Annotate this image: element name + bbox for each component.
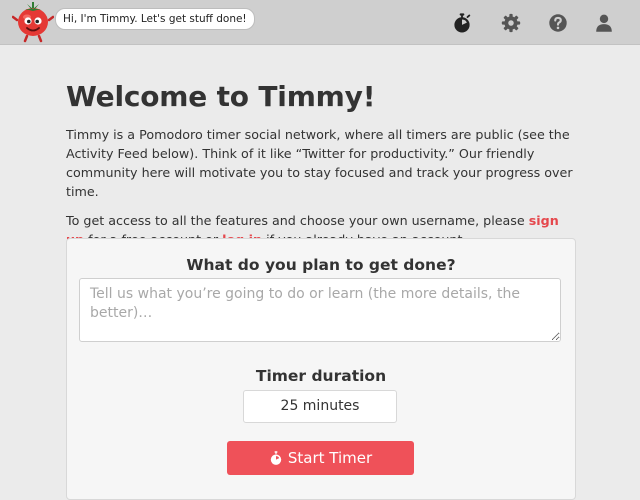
page-title: Welcome to Timmy! [66, 80, 376, 113]
timer-duration-label: Timer duration [255, 367, 387, 385]
top-navbar: Hi, I'm Timmy. Let's get stuff done! [0, 0, 640, 45]
tomato-mascot-icon[interactable] [11, 0, 55, 44]
plan-textarea[interactable] [79, 278, 561, 342]
user-icon[interactable] [593, 12, 615, 34]
start-timer-label: Start Timer [287, 449, 373, 467]
welcome-section: Welcome to Timmy! Timmy is a Pomodoro ti… [66, 80, 586, 249]
intro-paragraph: Timmy is a Pomodoro timer social network… [66, 127, 573, 199]
stopwatch-icon[interactable] [451, 12, 473, 34]
help-icon[interactable] [547, 12, 569, 34]
start-timer-card: What do you plan to get done? Timer dura… [66, 238, 576, 500]
timer-duration-select[interactable]: 25 minutes [243, 390, 397, 423]
gear-icon[interactable] [500, 12, 522, 34]
plan-label: What do you plan to get done? [186, 256, 456, 274]
greeting-bubble: Hi, I'm Timmy. Let's get stuff done! [55, 8, 255, 30]
access-text-start: To get access to all the features and ch… [66, 213, 529, 228]
stopwatch-icon [269, 450, 283, 466]
start-timer-button[interactable]: Start Timer [227, 441, 414, 475]
